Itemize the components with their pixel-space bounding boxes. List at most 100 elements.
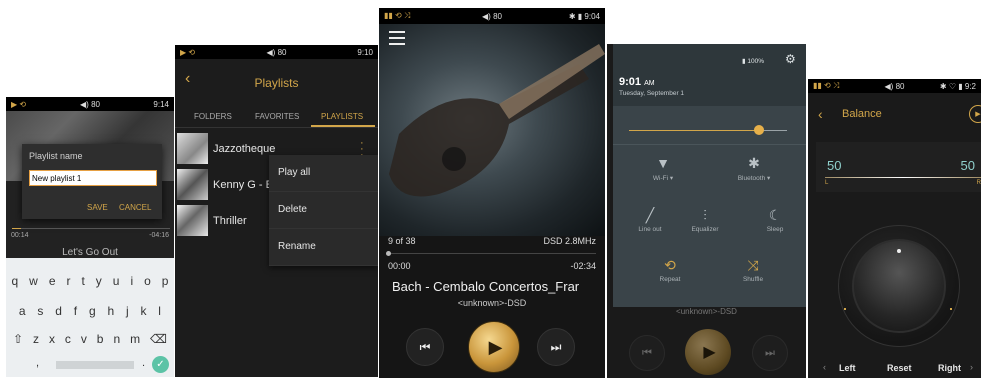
knob-marker-left bbox=[844, 308, 846, 310]
play-button[interactable]: ▶ bbox=[685, 329, 731, 375]
list-item-title: Kenny G - E bbox=[213, 179, 273, 191]
done-key[interactable]: ✓ bbox=[152, 356, 169, 373]
key-o[interactable]: o bbox=[144, 274, 151, 288]
settings-gear-icon[interactable]: ⚙ bbox=[785, 52, 796, 66]
bluetooth-icon: ✱ bbox=[748, 155, 760, 171]
menu-item-play-all[interactable]: Play all bbox=[269, 155, 378, 192]
sleep-icon: ☾ bbox=[768, 207, 782, 223]
key-m[interactable]: m bbox=[130, 332, 140, 346]
elapsed-time: 00:14 bbox=[11, 232, 29, 239]
tab-playlists[interactable]: PLAYLISTS bbox=[321, 112, 363, 121]
knob-inner bbox=[852, 239, 946, 333]
progress-track[interactable] bbox=[12, 228, 170, 229]
backspace-key[interactable]: ⌫ bbox=[150, 332, 167, 346]
playlist-name-dialog: Playlist name SAVE CANCEL bbox=[22, 144, 162, 219]
key-b[interactable]: b bbox=[97, 332, 104, 346]
brightness-handle[interactable] bbox=[753, 125, 764, 135]
dialog-title: Playlist name bbox=[29, 151, 83, 161]
key-t[interactable]: t bbox=[81, 274, 84, 288]
repeat-icon: ⟲ bbox=[664, 257, 676, 273]
tab-favorites[interactable]: FAVORITES bbox=[255, 112, 299, 121]
menu-item-rename[interactable]: Rename bbox=[269, 229, 378, 266]
right-value: 50 bbox=[960, 158, 975, 173]
progress-track[interactable] bbox=[386, 251, 596, 256]
shift-key[interactable]: ⇧ bbox=[13, 332, 23, 346]
key-g[interactable]: g bbox=[89, 304, 96, 318]
skip-previous-icon: ⏮ bbox=[642, 346, 652, 359]
play-button[interactable]: ▶ bbox=[468, 321, 520, 373]
play-circle-icon[interactable]: ▶ bbox=[969, 105, 981, 123]
menu-item-delete[interactable]: Delete bbox=[269, 192, 378, 229]
key-p[interactable]: p bbox=[162, 274, 169, 288]
key-i[interactable]: i bbox=[130, 274, 133, 288]
clock: 9:2 bbox=[964, 81, 976, 91]
tile-sleep[interactable]: ☾ Sleep bbox=[747, 204, 803, 233]
reset-button[interactable]: Reset bbox=[887, 363, 912, 373]
tile-equalizer[interactable]: ⫶ Equalizer bbox=[677, 204, 733, 233]
knob-indicator bbox=[897, 249, 901, 253]
balance-knob[interactable] bbox=[838, 225, 960, 347]
comma-key[interactable]: , bbox=[36, 357, 39, 369]
left-chevron-icon[interactable]: ‹ bbox=[823, 362, 826, 372]
key-q[interactable]: q bbox=[11, 274, 18, 288]
screen-quick-settings: ▮ 100% ⚙ 9:01 AM Tuesday, September 1 ▼ W… bbox=[607, 44, 806, 378]
key-s[interactable]: s bbox=[37, 304, 43, 318]
key-f[interactable]: f bbox=[74, 304, 77, 318]
tile-line-out[interactable]: ╱ Line out bbox=[622, 204, 678, 233]
back-chevron-icon[interactable]: ‹ bbox=[818, 106, 823, 122]
key-x[interactable]: x bbox=[49, 332, 55, 346]
tile-shuffle[interactable]: ⤨ Shuffle bbox=[725, 254, 781, 283]
next-button[interactable]: ⏭ bbox=[537, 328, 575, 366]
key-u[interactable]: u bbox=[113, 274, 120, 288]
page-title: Balance bbox=[842, 108, 882, 120]
right-button[interactable]: Right bbox=[938, 363, 961, 373]
tile-label: Repeat bbox=[659, 276, 681, 283]
next-button[interactable]: ⏭ bbox=[752, 335, 788, 371]
audio-format: DSD 2.8MHz bbox=[543, 236, 596, 246]
key-j[interactable]: j bbox=[126, 304, 129, 318]
status-bar: ▶ ⟲ ◀) 80 9:14 bbox=[6, 97, 174, 111]
play-repeat-icons: ▶ ⟲ bbox=[180, 47, 196, 57]
elapsed-time: 00:00 bbox=[388, 261, 411, 271]
tile-wifi[interactable]: ▼ Wi-Fi ▾ bbox=[635, 152, 691, 182]
key-e[interactable]: e bbox=[49, 274, 56, 288]
bluetooth-icon: ✱ bbox=[568, 11, 576, 21]
save-button[interactable]: SAVE bbox=[87, 203, 108, 212]
tile-repeat[interactable]: ⟲ Repeat bbox=[642, 254, 698, 283]
key-k[interactable]: k bbox=[140, 304, 146, 318]
tile-bluetooth[interactable]: ✱ Bluetooth ▾ bbox=[726, 152, 782, 182]
left-tag: L bbox=[825, 180, 829, 186]
previous-button[interactable]: ⏮ bbox=[406, 328, 444, 366]
key-d[interactable]: d bbox=[55, 304, 62, 318]
remaining-time: -04:16 bbox=[149, 232, 169, 239]
tile-label: Sleep bbox=[766, 226, 784, 233]
key-l[interactable]: l bbox=[158, 304, 161, 318]
volume-readout: ◀) 80 bbox=[266, 47, 287, 57]
playlist-name-input[interactable] bbox=[29, 170, 157, 186]
right-chevron-icon[interactable]: › bbox=[970, 362, 973, 372]
key-z[interactable]: z bbox=[33, 332, 39, 346]
key-a[interactable]: a bbox=[19, 304, 26, 318]
period-key[interactable]: . bbox=[142, 357, 145, 369]
left-button[interactable]: Left bbox=[839, 363, 856, 373]
soft-keyboard: qwertyuiop asdfghjkl ⇧ z x c v b n m ⌫ , . ✓ bbox=[6, 258, 174, 377]
tile-label: Line out bbox=[638, 226, 662, 233]
key-v[interactable]: v bbox=[81, 332, 87, 346]
key-c[interactable]: c bbox=[65, 332, 71, 346]
brightness-slider[interactable] bbox=[629, 125, 787, 135]
space-bar[interactable] bbox=[56, 361, 134, 369]
key-w[interactable]: w bbox=[29, 274, 38, 288]
divider bbox=[613, 144, 806, 145]
menu-icon[interactable] bbox=[389, 31, 405, 45]
key-y[interactable]: y bbox=[96, 274, 102, 288]
key-r[interactable]: r bbox=[66, 274, 70, 288]
key-h[interactable]: h bbox=[107, 304, 114, 318]
progress-handle[interactable] bbox=[386, 251, 391, 256]
list-item-title: Thriller bbox=[213, 215, 247, 227]
play-icon: ▶ bbox=[488, 336, 503, 357]
previous-button[interactable]: ⏮ bbox=[629, 335, 665, 371]
guitar-artwork-svg bbox=[389, 44, 605, 197]
key-n[interactable]: n bbox=[113, 332, 120, 346]
cancel-button[interactable]: CANCEL bbox=[119, 203, 151, 212]
tab-folders[interactable]: FOLDERS bbox=[194, 112, 232, 121]
